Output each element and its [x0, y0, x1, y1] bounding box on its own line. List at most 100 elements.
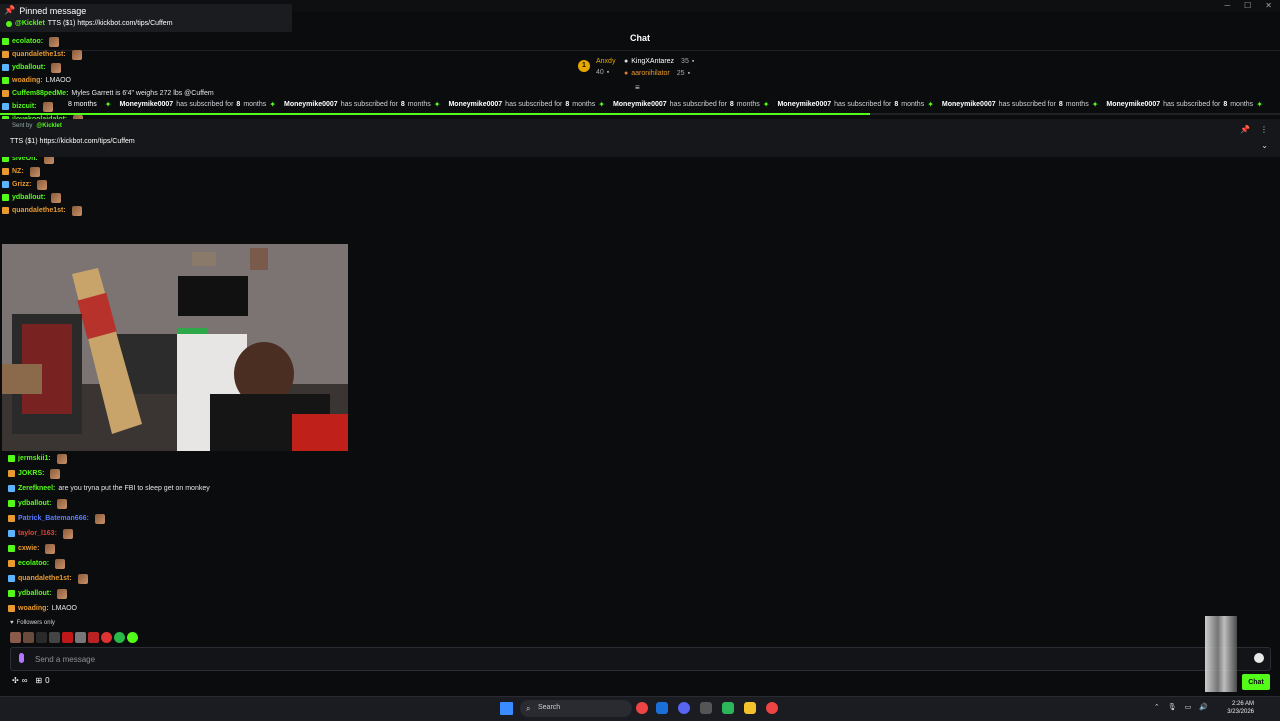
leaderboard-entry[interactable]: Anxdy — [596, 58, 615, 65]
chrome-icon[interactable] — [766, 702, 778, 714]
taskbar-clock[interactable]: 2:26 AM 3/23/2026 — [1227, 700, 1254, 716]
webcam-scene — [2, 244, 348, 451]
mic-icon[interactable]: 🎙 — [1168, 703, 1177, 711]
leaderboard-entry[interactable]: ● aaronihilator 25 ▪ — [624, 70, 690, 77]
chat-username[interactable]: quandalethe1st: — [18, 571, 72, 586]
chat-username[interactable]: NZ: — [12, 165, 24, 178]
chat-username[interactable]: bizcuit: — [12, 100, 37, 113]
emote-icon — [37, 179, 48, 190]
filter-icon[interactable]: ≡ — [635, 83, 640, 92]
chat-message[interactable]: woading: LMAOO — [8, 601, 408, 616]
leaderboard-entry[interactable]: ● KingXAntarez 35 ▪ — [624, 58, 694, 65]
emote-icon[interactable] — [36, 632, 47, 643]
chat-message[interactable]: bizcuit: — [2, 100, 302, 113]
chat-message[interactable]: quandalethe1st: — [2, 48, 302, 61]
chat-username[interactable]: jermskii1: — [18, 451, 51, 466]
ticker-item: Moneymike0007 has subscribed for 8 months ✦ — [283, 100, 441, 109]
emote-icon[interactable] — [75, 632, 86, 643]
pin-icon[interactable]: 📌 — [1240, 125, 1250, 134]
chat-username[interactable]: ydballout: — [12, 191, 45, 204]
chat-message[interactable]: quandalethe1st: — [2, 204, 302, 217]
chat-message[interactable]: ecolatoo: — [2, 35, 302, 48]
emote-icon[interactable] — [88, 632, 99, 643]
chat-message-input[interactable] — [33, 651, 1197, 668]
sparkle-icon: ✦ — [1091, 100, 1099, 109]
volume-icon[interactable]: 🔊 — [1199, 703, 1208, 711]
steam-icon[interactable] — [656, 702, 668, 714]
emote-icon[interactable] — [49, 632, 60, 643]
chevron-down-icon[interactable]: ⌄ — [1261, 141, 1268, 150]
chat-message[interactable]: jermskii1: — [8, 451, 408, 466]
chat-username[interactable]: quandalethe1st: — [12, 204, 66, 217]
webcam-feed — [2, 244, 348, 451]
emote-icon[interactable] — [23, 632, 34, 643]
chat-username[interactable]: Grizz: — [12, 178, 31, 191]
emote-icon[interactable] — [127, 632, 138, 643]
chat-pinned-bar: Sent by @Kicklet TTS ($1) https://kickbo… — [0, 119, 1280, 157]
chat-username[interactable]: ydballout: — [18, 496, 51, 511]
chat-username[interactable]: ydballout: — [12, 61, 45, 74]
chat-username[interactable]: ecolatoo: — [18, 556, 49, 571]
chat-username[interactable]: quandalethe1st: — [12, 48, 66, 61]
emote-icon[interactable] — [10, 632, 21, 643]
pinned-body: @Kicklet TTS ($1) https://kickbot.com/ti… — [6, 20, 173, 27]
emote-icon — [51, 62, 62, 73]
emote-icon — [29, 166, 40, 177]
app-icon[interactable] — [722, 702, 734, 714]
chat-message[interactable]: ydballout: — [8, 586, 408, 601]
chat-username[interactable]: ydballout: — [18, 586, 51, 601]
chat-message[interactable]: JOKRS: — [8, 466, 408, 481]
windows-start-icon[interactable] — [500, 702, 513, 715]
app-icon[interactable] — [700, 702, 712, 714]
gift-counter[interactable]: ⊞ 0 — [35, 676, 49, 685]
close-icon[interactable]: ✕ — [1265, 0, 1272, 12]
emote-icon — [71, 205, 82, 216]
chat-message[interactable]: ydballout: — [2, 61, 302, 74]
windows-taskbar: ⌕ Search ⌃ 🎙 ▭ 🔊 2:26 AM 3/23/2026 — [0, 696, 1280, 721]
chat-username[interactable]: Cuffem88pedMe: — [12, 87, 68, 100]
maximize-icon[interactable]: ☐ — [1244, 0, 1251, 12]
chat-username[interactable]: taylor_l163: — [18, 526, 57, 541]
discord-icon[interactable] — [678, 702, 690, 714]
minimize-icon[interactable]: ─ — [1224, 0, 1230, 12]
chat-message[interactable]: Zerefkneel: are you tryna put the FBI to … — [8, 481, 408, 496]
channel-points[interactable]: ✣ ∞ — [12, 676, 27, 685]
chat-message[interactable]: ydballout: — [8, 496, 408, 511]
chat-message[interactable]: Patrick_Bateman666: — [8, 511, 408, 526]
chat-message[interactable]: ecolatoo: — [8, 556, 408, 571]
chat-username[interactable]: Patrick_Bateman666: — [18, 511, 89, 526]
microphone-icon[interactable] — [19, 653, 24, 663]
emoji-icon[interactable] — [1254, 653, 1264, 663]
chat-message[interactable]: quandalethe1st: — [8, 571, 408, 586]
more-options-icon[interactable]: ⋮ — [1260, 125, 1268, 134]
chat-username[interactable]: woading: — [12, 74, 43, 87]
ticker-item: Moneymike0007 has subscribed for 8 months ✦ — [448, 100, 605, 109]
chat-message[interactable]: NZ: — [2, 165, 302, 178]
chat-message[interactable]: Grizz: — [2, 178, 302, 191]
emote-icon — [57, 498, 68, 509]
chat-username[interactable]: JOKRS: — [18, 466, 44, 481]
network-icon[interactable]: ▭ — [1185, 703, 1192, 711]
chat-message[interactable]: ydballout: — [2, 191, 302, 204]
chat-message[interactable]: cxwie: — [8, 541, 408, 556]
search-icon: ⌕ — [526, 704, 531, 713]
chat-username[interactable]: cxwie: — [18, 541, 39, 556]
chat-username[interactable]: Zerefkneel: — [18, 481, 55, 496]
emote-icon[interactable] — [62, 632, 73, 643]
emote-icon — [56, 453, 67, 464]
emote-icon[interactable] — [114, 632, 125, 643]
chat-username[interactable]: woading: — [18, 601, 49, 616]
chat-message[interactable]: taylor_l163: — [8, 526, 408, 541]
chat-username[interactable]: ecolatoo: — [12, 35, 43, 48]
emote-icon[interactable] — [101, 632, 112, 643]
taskbar-search[interactable]: ⌕ Search — [520, 700, 632, 717]
send-chat-button[interactable]: Chat — [1242, 674, 1270, 690]
chrome-icon[interactable] — [636, 702, 648, 714]
sparkle-icon: ✦ — [762, 100, 770, 109]
emote-icon — [71, 49, 82, 60]
chat-message[interactable]: woading: LMAOO — [2, 74, 302, 87]
followers-only-notice: ♥ Followers only — [10, 620, 55, 626]
chat-message[interactable]: Cuffem88pedMe: Myles Garrett is 6'4" weig… — [2, 87, 302, 100]
chevron-up-icon[interactable]: ⌃ — [1154, 703, 1160, 711]
file-explorer-icon[interactable] — [744, 702, 756, 714]
